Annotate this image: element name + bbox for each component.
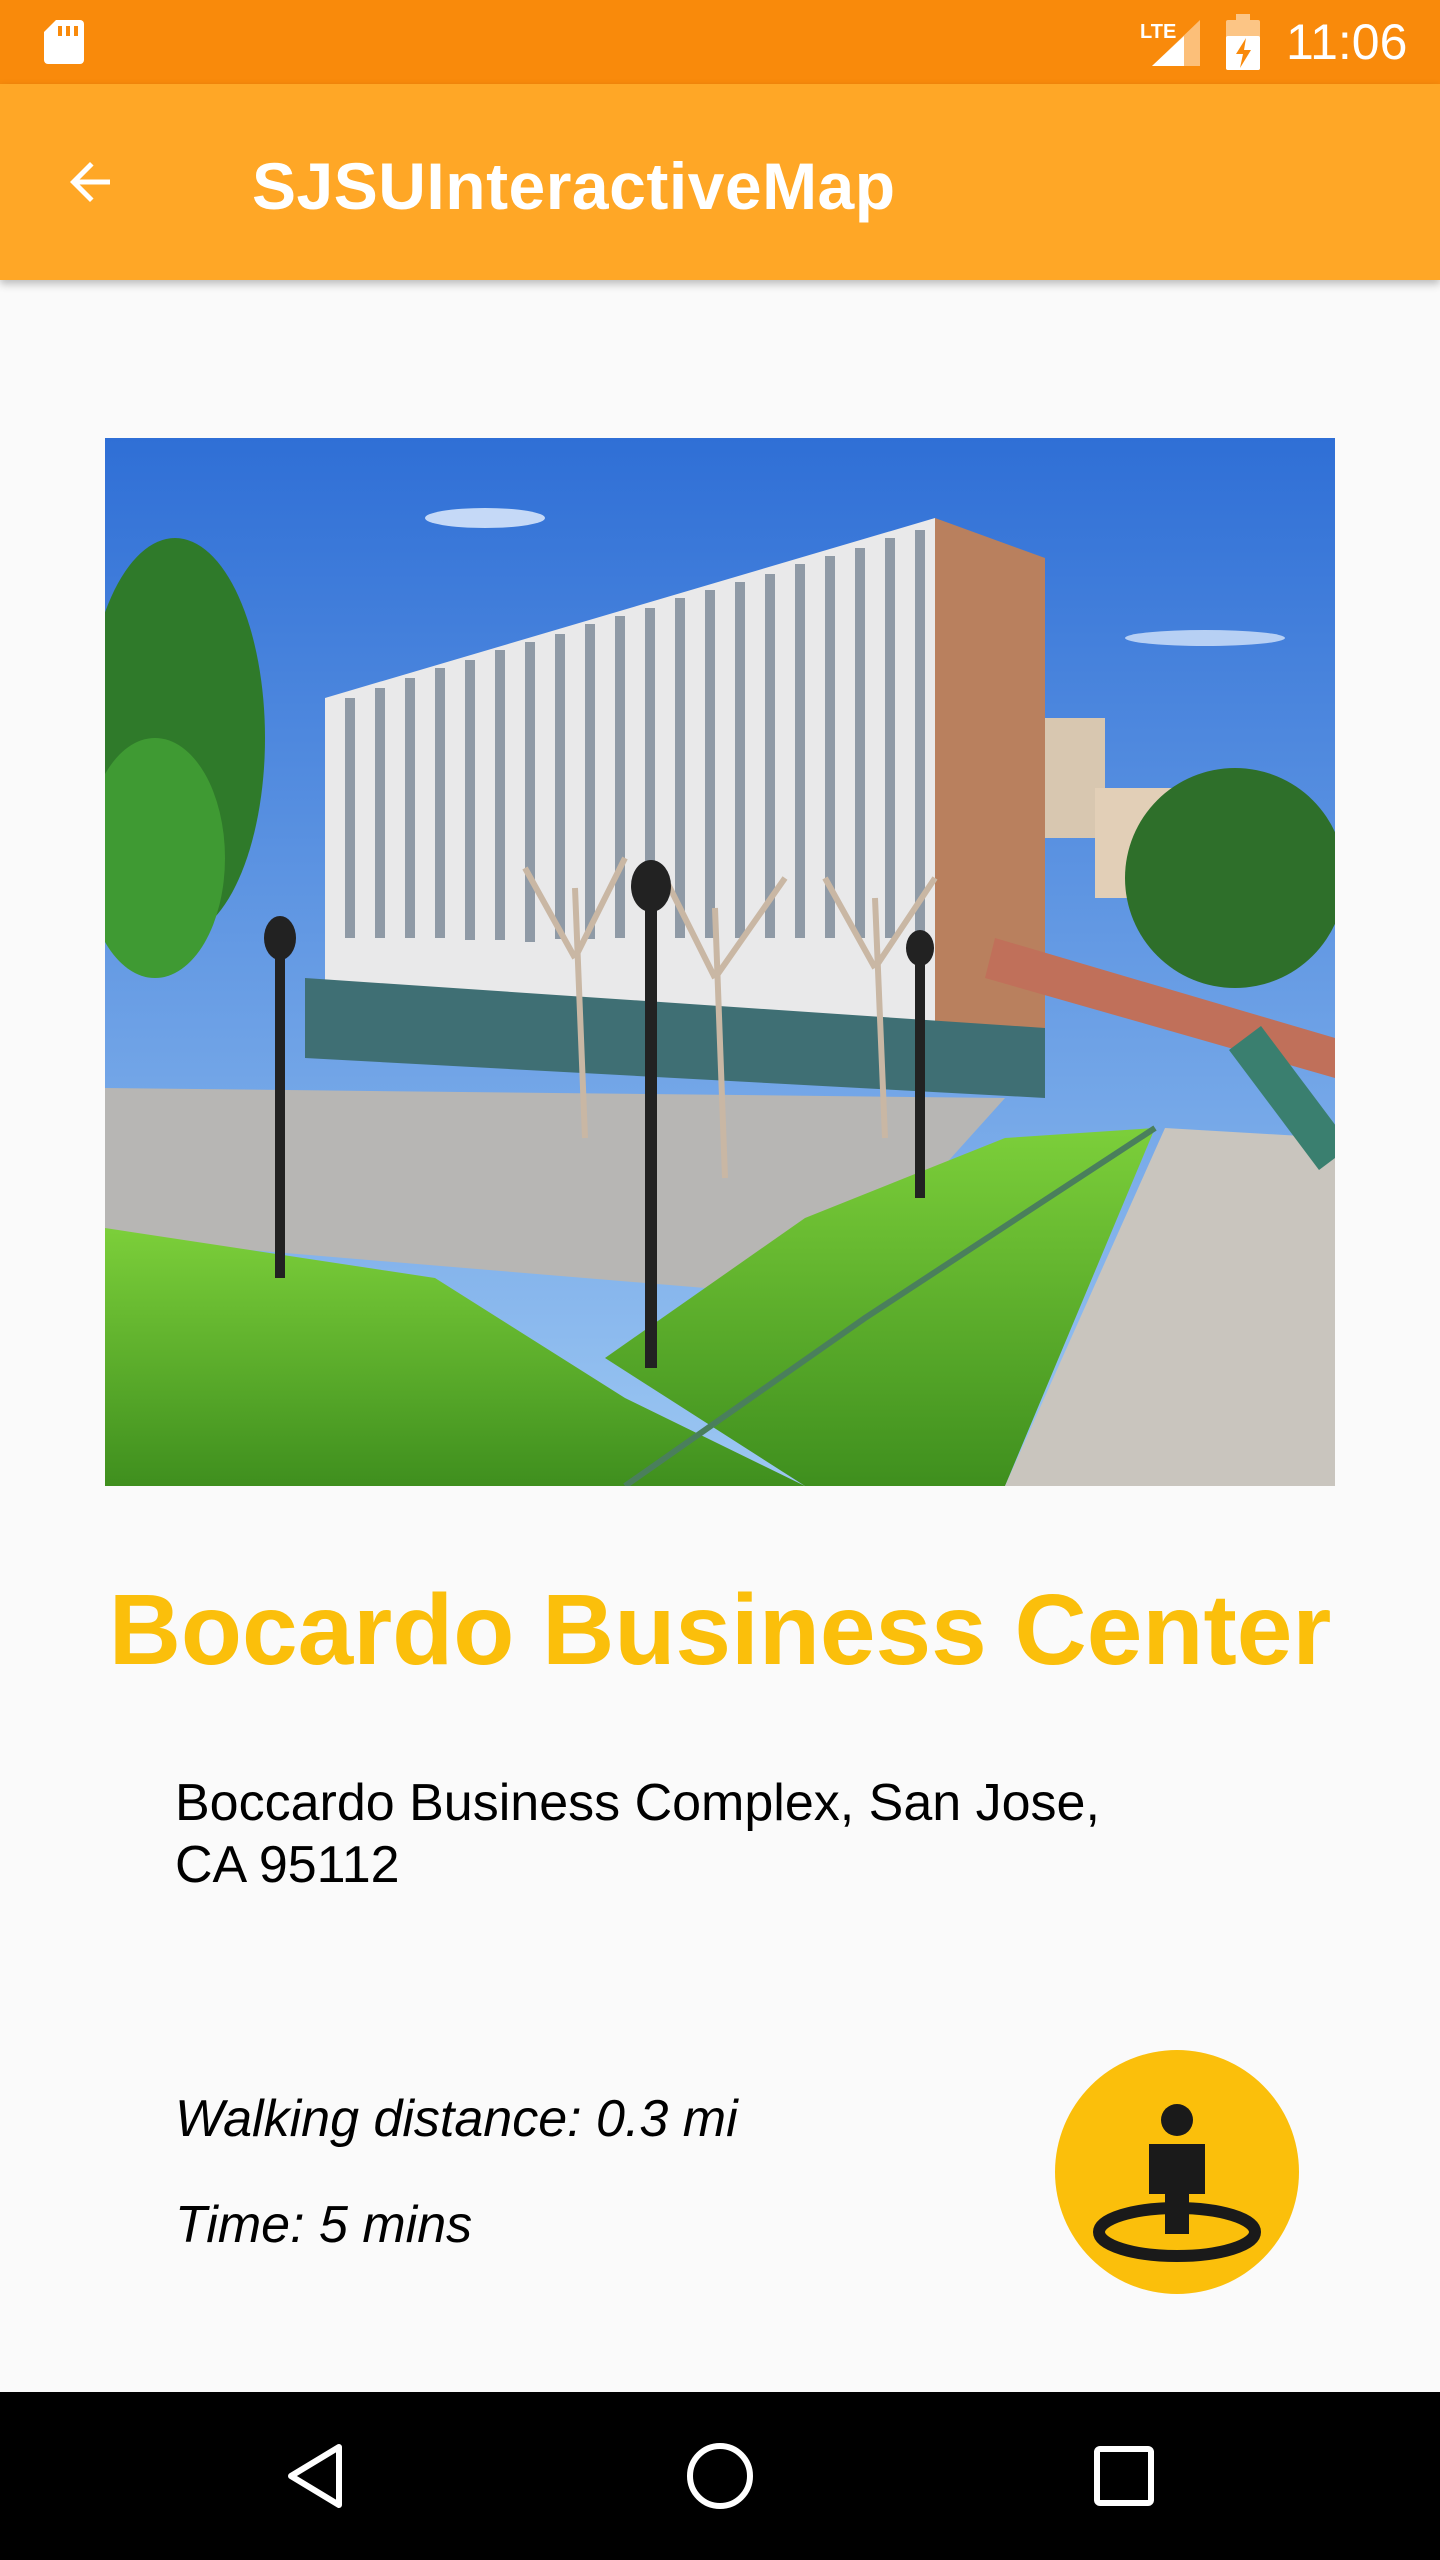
app-bar: SJSUInteractiveMap (0, 84, 1440, 280)
street-view-person-icon (1093, 2104, 1261, 2262)
battery-charging-icon (1226, 14, 1260, 70)
screen: LTE 11:06 SJSUInteractiveMap Bocardo Bus… (0, 0, 1440, 2560)
recents-square-icon (1094, 2446, 1154, 2506)
back-triangle-icon (288, 2444, 342, 2508)
street-view-button[interactable] (1055, 2050, 1299, 2294)
walking-distance: Walking distance: 0.3 mi (175, 2090, 738, 2148)
back-button[interactable] (42, 134, 138, 230)
nav-back-button[interactable] (266, 2426, 366, 2526)
svg-text:LTE: LTE (1140, 21, 1176, 43)
walking-time: Time: 5 mins (175, 2196, 473, 2254)
status-time: 11:06 (1286, 14, 1408, 70)
lte-signal-icon: LTE (1140, 20, 1200, 66)
building-photo-illustration (105, 438, 1335, 1486)
arrow-back-icon (70, 162, 110, 202)
nav-recents-button[interactable] (1074, 2426, 1174, 2526)
home-circle-icon (687, 2443, 753, 2509)
app-title: SJSUInteractiveMap (252, 149, 896, 223)
building-name: Bocardo Business Center (108, 1574, 1332, 1686)
building-photo (105, 438, 1335, 1486)
system-nav-bar (0, 2392, 1440, 2560)
status-bar: LTE 11:06 (0, 0, 1440, 84)
sd-card-icon (44, 20, 84, 64)
building-address: Boccardo Business Complex, San Jose, CA … (175, 1774, 1100, 1894)
nav-home-button[interactable] (670, 2426, 770, 2526)
